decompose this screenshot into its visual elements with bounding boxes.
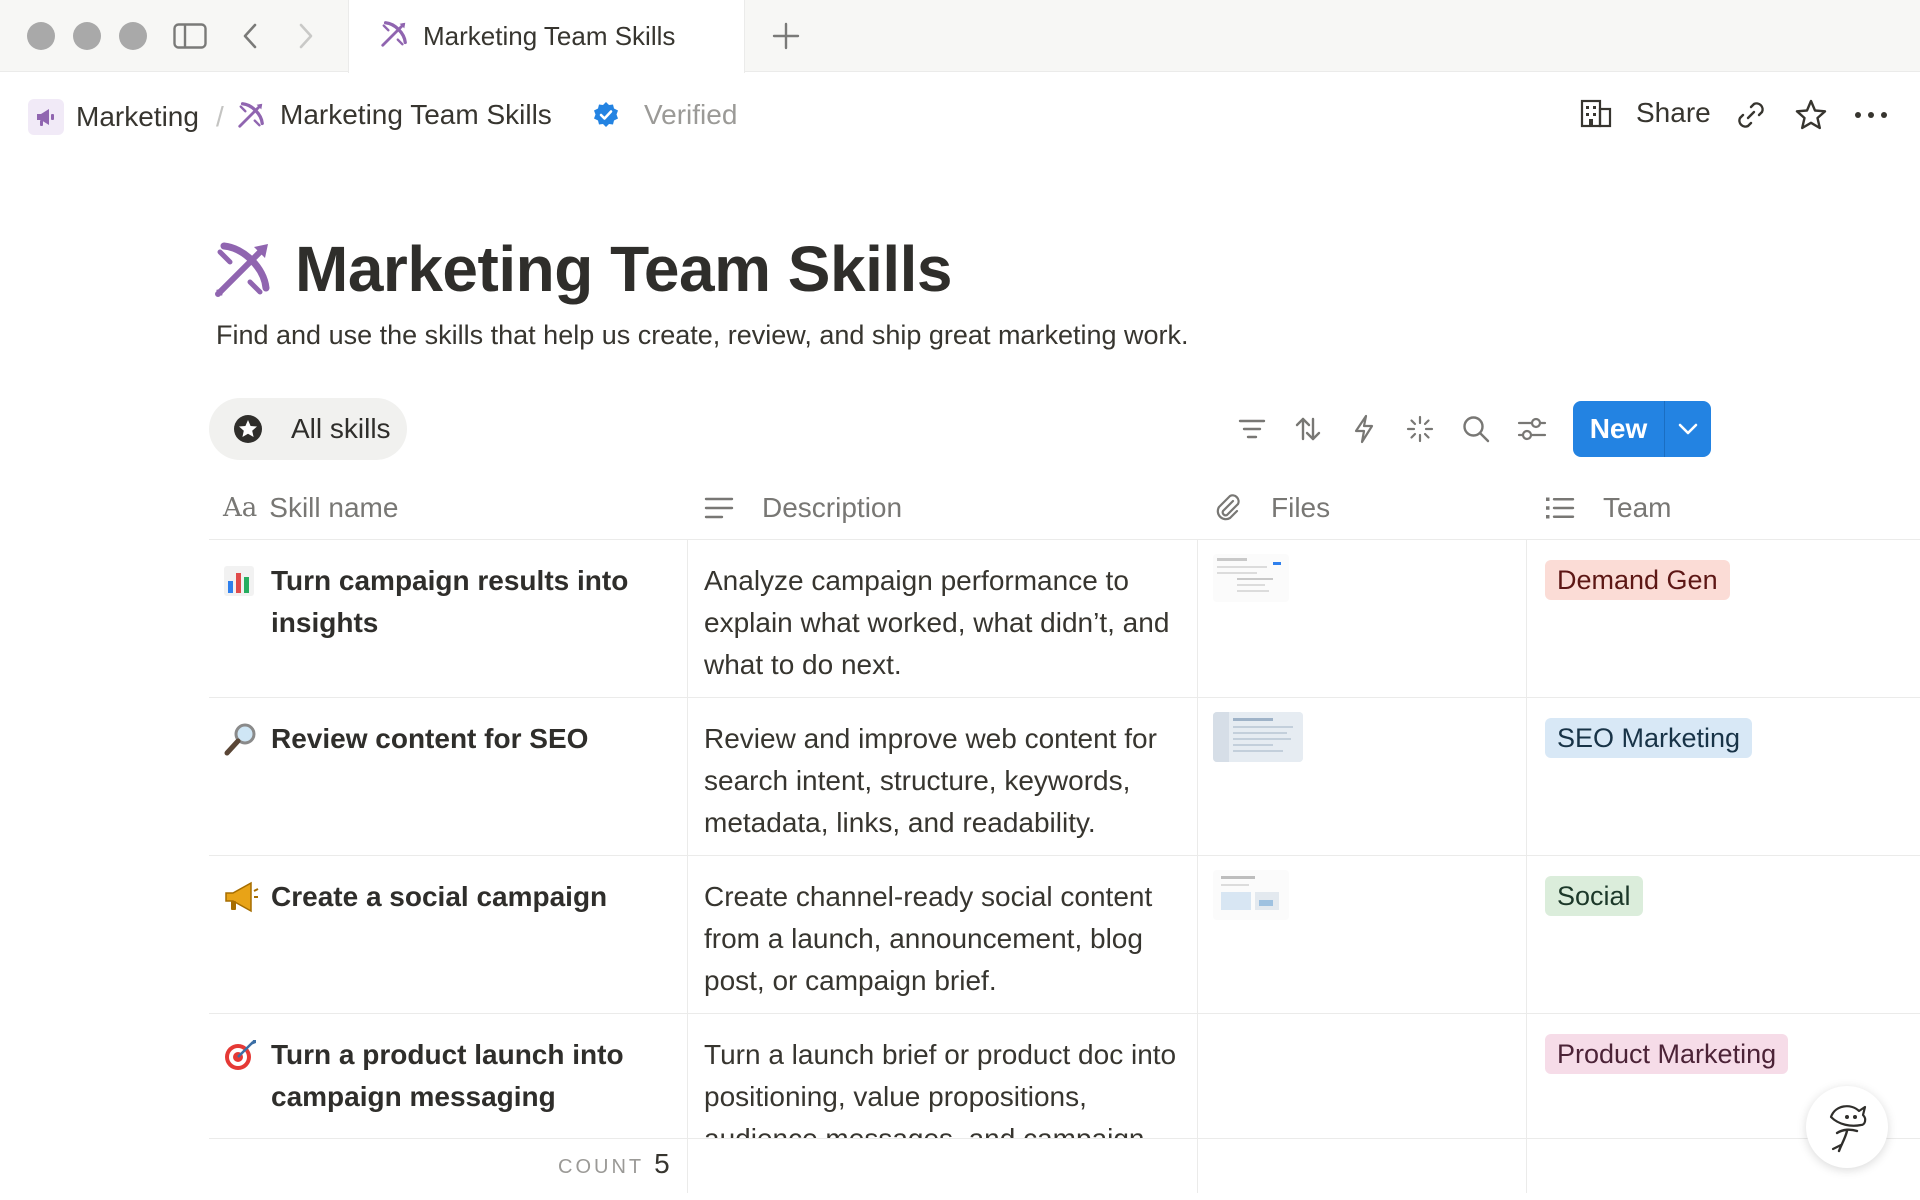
file-thumbnail[interactable] (1213, 712, 1303, 762)
list-icon (1545, 496, 1589, 520)
bow-arrow-icon (236, 100, 266, 130)
back-icon[interactable] (232, 18, 268, 54)
settings-sliders-icon[interactable] (1512, 409, 1552, 449)
count-label: COUNT (558, 1156, 645, 1178)
page-icon[interactable] (210, 238, 274, 302)
window-minimize-button[interactable] (73, 22, 101, 50)
megaphone-icon (28, 99, 64, 135)
skill-name: Review content for SEO (271, 723, 589, 754)
paperclip-icon (1215, 493, 1257, 523)
link-icon[interactable] (1731, 95, 1771, 135)
table-row[interactable]: Turn campaign results into insights Anal… (209, 540, 1920, 698)
browser-tab-active[interactable]: Marketing Team Skills (348, 0, 745, 73)
forward-icon[interactable] (288, 18, 324, 54)
column-header-description[interactable]: Description (704, 475, 902, 540)
building-icon (1580, 98, 1624, 128)
sort-icon[interactable] (1288, 409, 1328, 449)
skill-name: Create a social campaign (271, 881, 608, 912)
team-tag[interactable]: Social (1545, 876, 1643, 916)
breadcrumb-label: Marketing Team Skills (280, 99, 552, 130)
column-header-label: Description (762, 491, 903, 523)
skill-name-cell[interactable]: Turn campaign results into insights (223, 560, 693, 644)
window-titlebar: Marketing Team Skills (0, 0, 1920, 73)
team-tag[interactable]: Demand Gen (1545, 560, 1730, 600)
more-icon[interactable] (1851, 95, 1891, 135)
column-header-label: Files (1271, 491, 1331, 523)
file-thumbnail[interactable] (1213, 870, 1289, 920)
breadcrumb-separator: / (216, 101, 224, 132)
filter-icon[interactable] (1232, 409, 1272, 449)
chevron-down-icon (1677, 422, 1699, 436)
target-icon (223, 1034, 263, 1118)
column-header-team[interactable]: Team (1545, 475, 1671, 540)
file-thumbnail[interactable] (1213, 554, 1289, 602)
team-tag[interactable]: Product Marketing (1545, 1034, 1789, 1074)
star-icon[interactable] (1791, 95, 1831, 135)
team-tag[interactable]: SEO Marketing (1545, 718, 1753, 758)
team-cell[interactable]: Product Marketing (1545, 1034, 1789, 1074)
column-divider (1526, 540, 1527, 1193)
table-row[interactable]: Review content for SEO Review and improv… (209, 698, 1920, 856)
view-tab-label: All skills (291, 413, 391, 444)
skill-name: Turn campaign results into insights (271, 565, 629, 638)
sidebar-toggle-icon[interactable] (172, 18, 208, 54)
assistant-face-icon (1821, 1099, 1873, 1155)
skill-name-cell[interactable]: Review content for SEO (223, 718, 693, 769)
skill-name-cell[interactable]: Create a social campaign (223, 876, 693, 925)
column-header-files[interactable]: Files (1215, 475, 1330, 540)
window-close-button[interactable] (27, 22, 55, 50)
tab-title: Marketing Team Skills (423, 21, 676, 51)
window-zoom-button[interactable] (119, 22, 147, 50)
skill-description[interactable]: Analyze campaign performance to explain … (704, 560, 1194, 686)
page-title[interactable]: Marketing Team Skills (295, 232, 953, 306)
verified-badge-icon (592, 101, 632, 129)
breadcrumb-item-marketing[interactable]: Marketing (28, 99, 199, 135)
lines-icon (704, 496, 748, 520)
help-assistant-button[interactable] (1806, 1086, 1888, 1168)
row-count[interactable]: COUNT 5 (558, 1148, 670, 1180)
page-topbar: Marketing / Marketing Team Skills Verifi… (0, 73, 1920, 159)
verified-label: Verified (644, 99, 738, 130)
verified-status[interactable]: Verified (592, 99, 737, 131)
column-divider (1197, 540, 1198, 1193)
count-value: 5 (654, 1148, 670, 1179)
team-cell[interactable]: SEO Marketing (1545, 718, 1753, 758)
skill-description[interactable]: Turn a launch brief or product doc into … (704, 1034, 1194, 1138)
plus-icon[interactable] (766, 16, 806, 56)
skill-name-cell[interactable]: Turn a product launch into campaign mess… (223, 1034, 693, 1118)
team-cell[interactable]: Demand Gen (1545, 560, 1730, 600)
share-button[interactable]: Share (1580, 97, 1711, 129)
new-button-group: New (1573, 401, 1711, 457)
skills-table: Aa Skill name Description Files Team Tur… (209, 475, 1920, 1193)
skill-description[interactable]: Create channel-ready social content from… (704, 876, 1194, 1002)
megaphone-icon (223, 876, 263, 925)
view-tab-all-skills[interactable]: All skills (209, 398, 407, 460)
table-header: Aa Skill name Description Files Team (209, 475, 1920, 540)
star-badge-icon (233, 414, 277, 444)
skill-name: Turn a product launch into campaign mess… (271, 1039, 624, 1112)
column-header-label: Skill name (269, 491, 399, 523)
bar-chart-icon (223, 560, 263, 644)
column-header-skill-name[interactable]: Aa Skill name (223, 475, 398, 540)
lightning-icon[interactable] (1344, 409, 1384, 449)
team-cell[interactable]: Social (1545, 876, 1643, 916)
table-row[interactable]: Turn a product launch into campaign mess… (209, 1014, 1920, 1139)
search-icon[interactable] (1456, 409, 1496, 449)
column-header-label: Team (1603, 491, 1672, 523)
share-label: Share (1636, 97, 1711, 128)
sparkle-icon[interactable] (1400, 409, 1440, 449)
bow-arrow-icon (379, 19, 409, 54)
new-dropdown-button[interactable] (1665, 401, 1711, 457)
magnifying-glass-icon (223, 718, 263, 769)
table-row[interactable]: Create a social campaign Create channel-… (209, 856, 1920, 1014)
page-description[interactable]: Find and use the skills that help us cre… (216, 320, 1189, 351)
breadcrumb-label: Marketing (76, 101, 199, 132)
new-button[interactable]: New (1573, 401, 1664, 457)
breadcrumb-item-current[interactable]: Marketing Team Skills (236, 99, 552, 131)
text-type-icon: Aa (223, 492, 258, 523)
column-divider (687, 540, 688, 1193)
skill-description[interactable]: Review and improve web content for searc… (704, 718, 1194, 844)
